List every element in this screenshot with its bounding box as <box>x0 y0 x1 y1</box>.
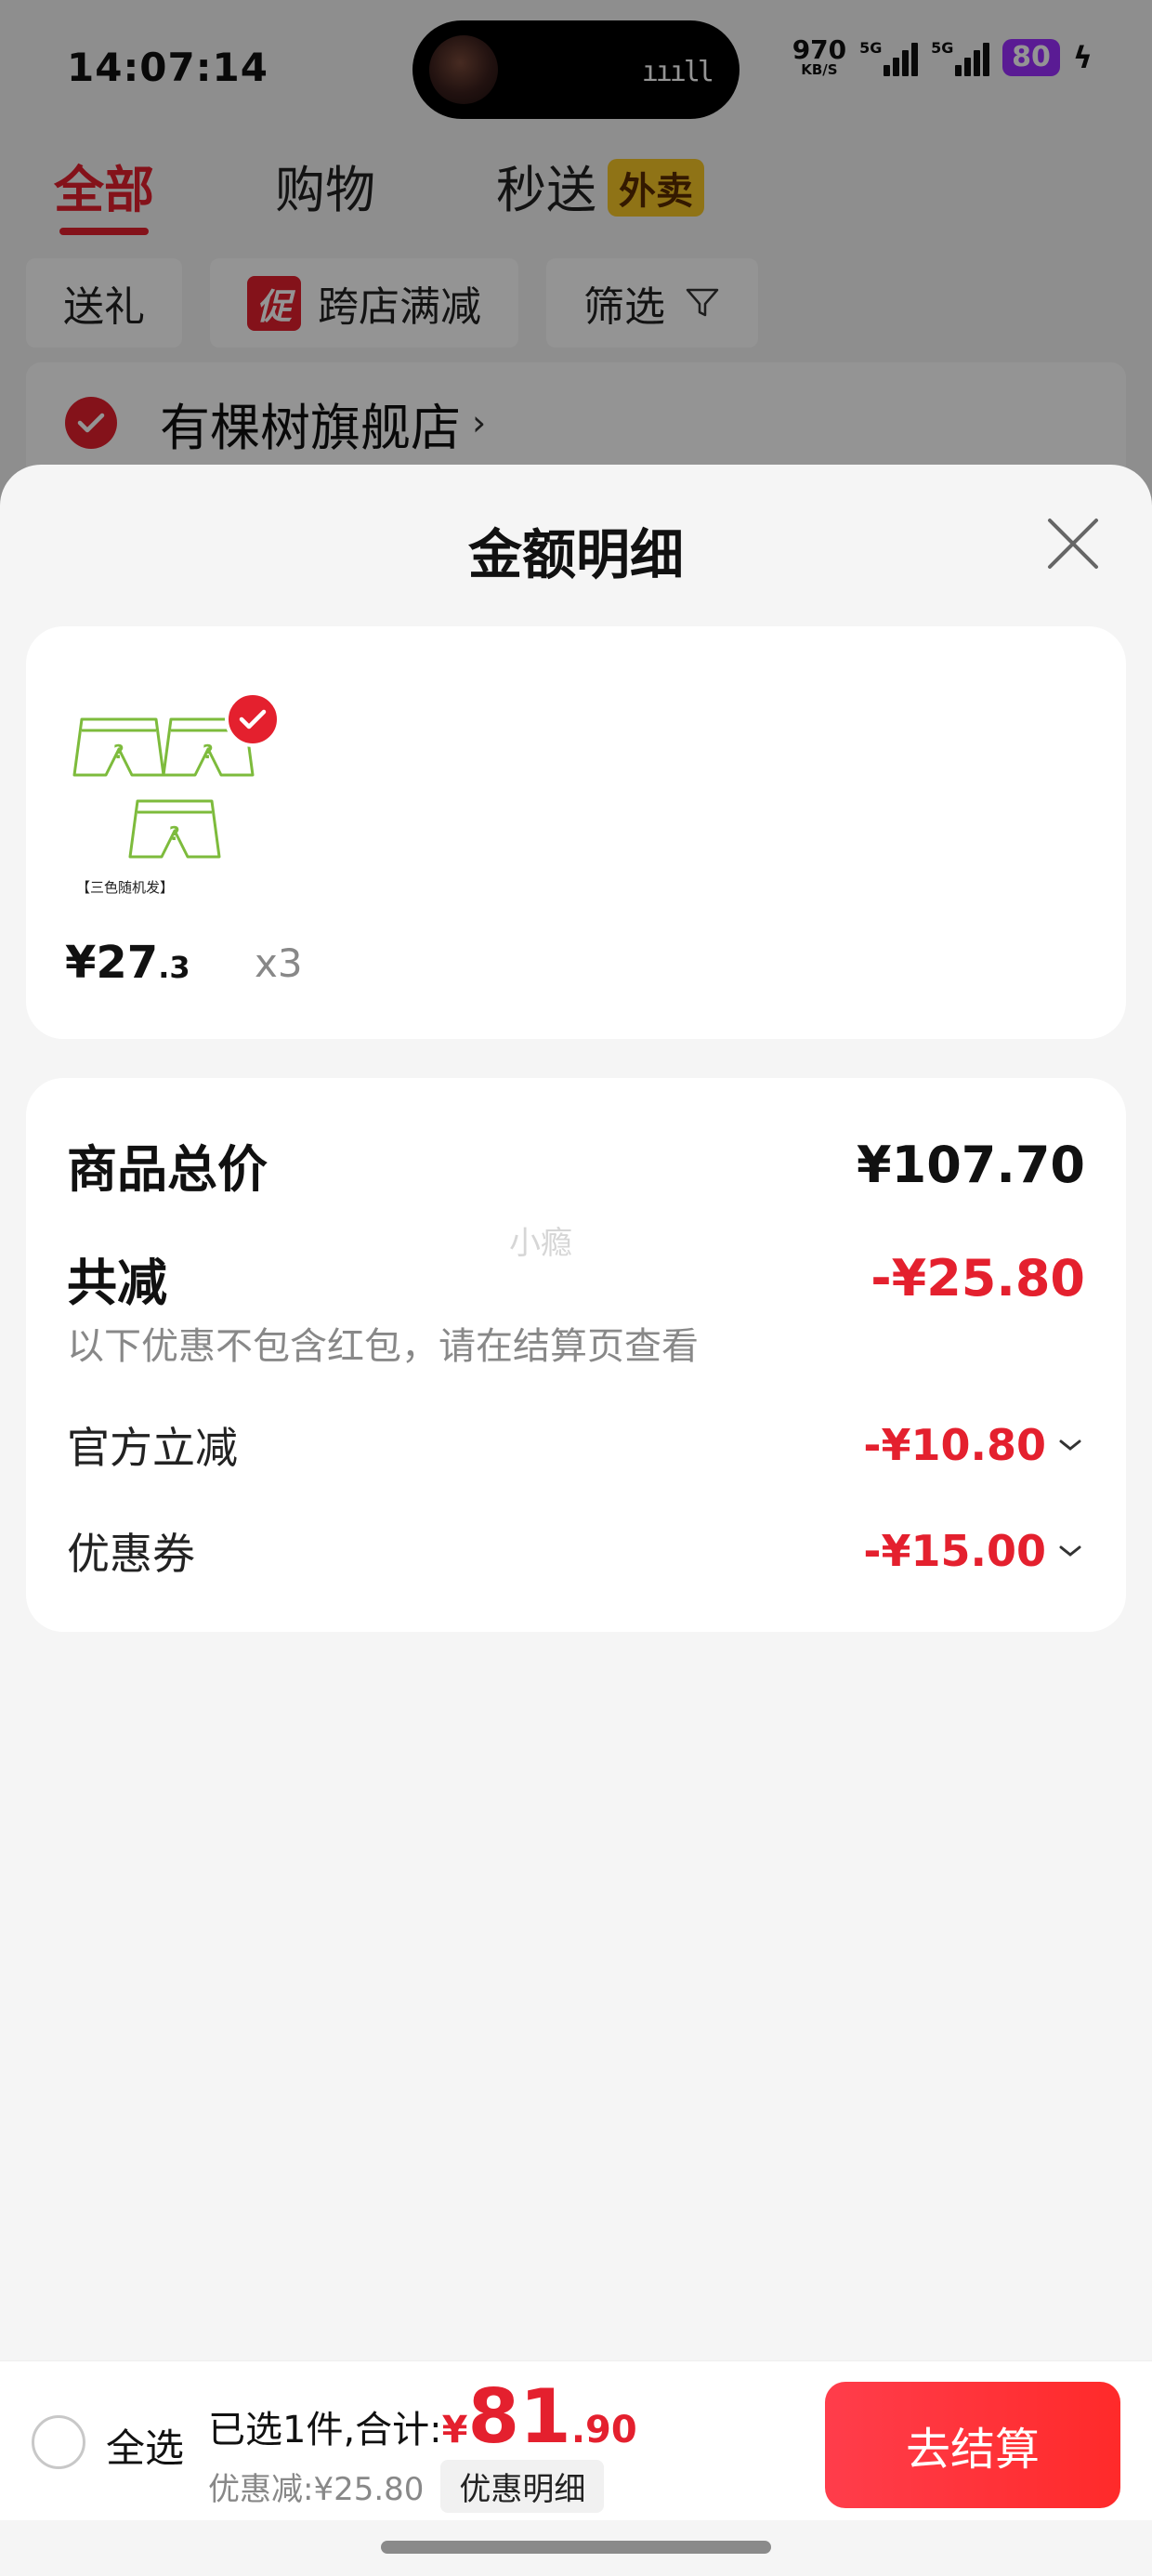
amount-detail-sheet: 金额明细 ? ? ? 【三色随机发】 ¥27.3 x3 小瘾 商品总价 ¥107… <box>0 465 1152 2576</box>
select-all-checkbox[interactable] <box>32 2415 85 2469</box>
modal-overlay[interactable] <box>0 0 1152 520</box>
total-line: 已选1件,合计: ¥ 81 .90 <box>208 2380 637 2454</box>
close-icon[interactable] <box>1042 513 1104 574</box>
svg-text:?: ? <box>169 822 180 845</box>
coupon-value: -¥15.00 <box>863 1526 1046 1576</box>
product-quantity: x3 <box>255 940 303 986</box>
coupon-label: 优惠券 <box>67 1529 195 1579</box>
coupon-row[interactable]: 优惠券 -¥15.00 <box>67 1520 1085 1582</box>
total-price-row: 商品总价 ¥107.70 <box>67 1128 1085 1202</box>
home-indicator[interactable] <box>381 2541 771 2554</box>
product-price: ¥27.3 <box>65 937 190 989</box>
official-discount-row[interactable]: 官方立减 -¥10.80 <box>67 1414 1085 1476</box>
chevron-down-icon <box>1059 1439 1081 1451</box>
product-price-decimal: .3 <box>158 950 190 985</box>
reduction-note: 以下优惠不包含红包，请在结算页查看 <box>67 1325 699 1368</box>
official-discount-value-wrap[interactable]: -¥10.80 <box>863 1420 1085 1470</box>
price-summary-card: 小瘾 商品总价 ¥107.70 共减 -¥25.80 以下优惠不包含红包，请在结… <box>26 1078 1126 1632</box>
svg-text:?: ? <box>113 741 124 763</box>
coupon-value-wrap[interactable]: -¥15.00 <box>863 1526 1085 1576</box>
total-label: 已选1件,合计: <box>208 2409 442 2451</box>
total-reduction-row: 共减 -¥25.80 <box>67 1242 1085 1315</box>
total-price-value: ¥107.70 <box>857 1136 1085 1194</box>
official-discount-label: 官方立减 <box>67 1423 238 1473</box>
total-price-label: 商品总价 <box>67 1140 268 1199</box>
sheet-title: 金额明细 <box>467 523 684 586</box>
product-card: ? ? ? 【三色随机发】 ¥27.3 x3 <box>26 626 1126 1039</box>
checkout-label: 去结算 <box>905 2424 1040 2476</box>
chevron-down-icon <box>1059 1545 1081 1557</box>
total-integer: 81 <box>467 2373 571 2460</box>
product-image-caption: 【三色随机发】 <box>76 879 175 896</box>
checkout-button[interactable]: 去结算 <box>825 2382 1120 2508</box>
total-reduction-label: 共减 <box>67 1254 167 1312</box>
discount-line: 优惠减:¥25.80 优惠明细 <box>208 2460 605 2513</box>
total-reduction-value: -¥25.80 <box>871 1249 1085 1308</box>
total-decimal: .90 <box>570 2409 637 2451</box>
checkout-bar: 全选 已选1件,合计: ¥ 81 .90 优惠减:¥25.80 优惠明细 去结算 <box>0 2360 1152 2520</box>
svg-text:?: ? <box>203 741 214 763</box>
total-currency: ¥ <box>441 2409 468 2451</box>
discount-detail-button[interactable]: 优惠明细 <box>440 2460 605 2513</box>
select-all-label[interactable]: 全选 <box>106 2417 184 2474</box>
product-price-main: ¥27 <box>65 937 159 989</box>
discount-text: 优惠减:¥25.80 <box>208 2471 425 2508</box>
product-checked-icon[interactable] <box>225 691 281 747</box>
official-discount-value: -¥10.80 <box>863 1420 1046 1470</box>
